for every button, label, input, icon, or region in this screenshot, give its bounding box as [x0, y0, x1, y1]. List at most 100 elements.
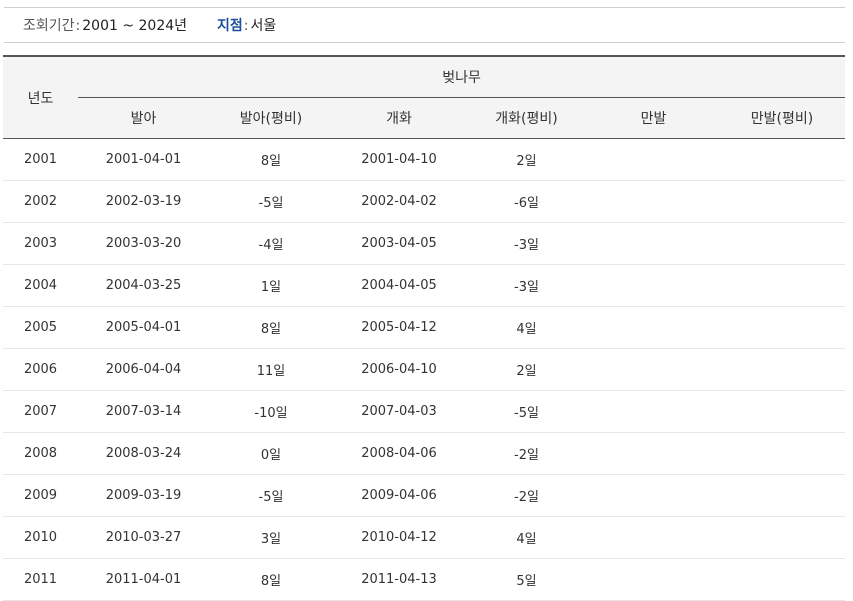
cell-year: 2005: [3, 306, 78, 349]
cell-full-bloom: [588, 516, 719, 559]
column-header-full-bloom-diff: 만발(평비): [719, 97, 846, 139]
period-label: 조회기간: [23, 18, 75, 34]
table-row: 2007 2007-03-14 -10일 2007-04-03 -5일: [3, 390, 846, 433]
cell-budding-diff: -10일: [209, 390, 333, 433]
cell-full-bloom: [588, 348, 719, 391]
table-row: 2006 2006-04-04 11일 2006-04-10 2일: [3, 348, 846, 391]
header-row-columns: 발아 발아(평비) 개화 개화(평비) 만발 만발(평비): [3, 97, 846, 139]
cell-flowering-diff: -2일: [465, 432, 588, 475]
phenology-table: 년도 벚나무 발아 발아(평비) 개화 개화(평비) 만발 만발(평비) 200…: [3, 55, 846, 601]
cell-budding-diff: 0일: [209, 432, 333, 475]
cell-flowering-diff: 2일: [465, 138, 588, 181]
cell-budding: 2011-04-01: [78, 558, 209, 601]
cell-budding-diff: 1일: [209, 264, 333, 307]
period-filter: 조회기간: 2001 ~ 2024년: [23, 8, 187, 44]
table-row: 2001 2001-04-01 8일 2001-04-10 2일: [3, 138, 846, 181]
cell-flowering: 2001-04-10: [333, 138, 465, 181]
cell-flowering-diff: 4일: [465, 306, 588, 349]
cell-full-bloom: [588, 558, 719, 601]
cell-full-bloom: [588, 390, 719, 433]
cell-budding-diff: -5일: [209, 474, 333, 517]
station-value: 서울: [250, 18, 277, 34]
cell-year: 2011: [3, 558, 78, 601]
cell-budding-diff: 11일: [209, 348, 333, 391]
cell-year: 2008: [3, 432, 78, 475]
cell-flowering-diff: 5일: [465, 558, 588, 601]
cell-year: 2007: [3, 390, 78, 433]
cell-year: 2002: [3, 180, 78, 223]
cell-year: 2006: [3, 348, 78, 391]
cell-budding: 2002-03-19: [78, 180, 209, 223]
cell-flowering-diff: -3일: [465, 222, 588, 265]
cell-year: 2009: [3, 474, 78, 517]
cell-full-bloom-diff: [719, 138, 846, 181]
cell-full-bloom-diff: [719, 306, 846, 349]
period-separator: :: [75, 18, 81, 34]
cell-budding: 2001-04-01: [78, 138, 209, 181]
table-row: 2008 2008-03-24 0일 2008-04-06 -2일: [3, 432, 846, 475]
cell-flowering-diff: 2일: [465, 348, 588, 391]
cell-flowering: 2009-04-06: [333, 474, 465, 517]
cell-year: 2003: [3, 222, 78, 265]
cell-budding-diff: -5일: [209, 180, 333, 223]
year-column-header: 년도: [3, 56, 78, 139]
table-row: 2011 2011-04-01 8일 2011-04-13 5일: [3, 558, 846, 601]
cell-flowering: 2005-04-12: [333, 306, 465, 349]
cell-flowering: 2007-04-03: [333, 390, 465, 433]
cell-budding: 2004-03-25: [78, 264, 209, 307]
cell-flowering-diff: -2일: [465, 474, 588, 517]
cell-flowering: 2003-04-05: [333, 222, 465, 265]
cell-flowering: 2011-04-13: [333, 558, 465, 601]
header-row-top: 년도 벚나무: [3, 56, 846, 139]
table-body: 2001 2001-04-01 8일 2001-04-10 2일 2002 2002-03-…: [3, 138, 846, 601]
cell-budding: 2009-03-19: [78, 474, 209, 517]
filter-summary-bar: 조회기간: 2001 ~ 2024년 지점: 서울: [4, 7, 845, 43]
table-row: 2009 2009-03-19 -5일 2009-04-06 -2일: [3, 474, 846, 517]
cell-year: 2004: [3, 264, 78, 307]
period-value: 2001 ~ 2024년: [82, 18, 188, 34]
cell-full-bloom: [588, 180, 719, 223]
cell-budding: 2005-04-01: [78, 306, 209, 349]
column-header-flowering-diff: 개화(평비): [465, 97, 588, 139]
cell-full-bloom-diff: [719, 222, 846, 265]
cell-full-bloom-diff: [719, 264, 846, 307]
cell-full-bloom: [588, 264, 719, 307]
column-header-budding: 발아: [78, 97, 209, 139]
cell-full-bloom-diff: [719, 180, 846, 223]
cell-flowering: 2008-04-06: [333, 432, 465, 475]
cell-budding: 2007-03-14: [78, 390, 209, 433]
table-row: 2002 2002-03-19 -5일 2002-04-02 -6일: [3, 180, 846, 223]
cell-full-bloom: [588, 222, 719, 265]
table-row: 2004 2004-03-25 1일 2004-04-05 -3일: [3, 264, 846, 307]
station-filter: 지점: 서울: [217, 8, 276, 44]
page: 조회기간: 2001 ~ 2024년 지점: 서울 년도 벚나무 발아 발아(평비)…: [0, 0, 853, 601]
cell-flowering: 2002-04-02: [333, 180, 465, 223]
cell-year: 2001: [3, 138, 78, 181]
cell-flowering-diff: -6일: [465, 180, 588, 223]
cell-budding-diff: 8일: [209, 558, 333, 601]
cell-full-bloom: [588, 306, 719, 349]
cell-flowering-diff: -3일: [465, 264, 588, 307]
cell-budding: 2003-03-20: [78, 222, 209, 265]
cell-flowering-diff: 4일: [465, 516, 588, 559]
cell-full-bloom-diff: [719, 558, 846, 601]
cell-full-bloom-diff: [719, 390, 846, 433]
cell-full-bloom-diff: [719, 474, 846, 517]
cell-full-bloom-diff: [719, 516, 846, 559]
column-header-full-bloom: 만발: [588, 97, 719, 139]
cell-full-bloom: [588, 138, 719, 181]
cell-year: 2010: [3, 516, 78, 559]
cell-budding: 2006-04-04: [78, 348, 209, 391]
cell-full-bloom: [588, 474, 719, 517]
cell-full-bloom-diff: [719, 348, 846, 391]
table-header: 년도 벚나무 발아 발아(평비) 개화 개화(평비) 만발 만발(평비): [3, 56, 846, 139]
table-row: 2010 2010-03-27 3일 2010-04-12 4일: [3, 516, 846, 559]
cell-budding-diff: 3일: [209, 516, 333, 559]
cell-budding: 2008-03-24: [78, 432, 209, 475]
cell-flowering: 2004-04-05: [333, 264, 465, 307]
cell-budding-diff: -4일: [209, 222, 333, 265]
cell-flowering: 2006-04-10: [333, 348, 465, 391]
cell-full-bloom: [588, 432, 719, 475]
column-header-budding-diff: 발아(평비): [209, 97, 333, 139]
column-header-flowering: 개화: [333, 97, 465, 139]
